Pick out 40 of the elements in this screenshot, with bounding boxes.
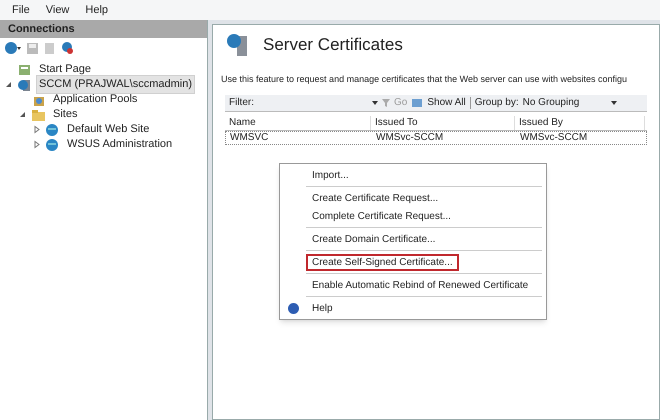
caret-icon[interactable] [372,100,378,104]
menu-item[interactable]: Create Certificate Request... [306,190,444,206]
panel-header: Connections [0,20,207,38]
show-all-button[interactable]: Show All [427,95,466,110]
menu-item[interactable]: Create Domain Certificate... [306,230,442,248]
column-header[interactable]: Name [225,116,371,130]
show-all-icon [411,98,424,108]
tree-item[interactable]: SCCM (PRAJWAL\sccmadmin) [36,75,195,94]
expander-icon[interactable] [32,125,41,134]
page-icon [17,62,32,76]
globe-icon [45,138,60,152]
menu-item[interactable]: View [46,2,70,18]
menu-item[interactable]: Help [306,300,339,316]
menu-item[interactable]: Enable Automatic Rebind of Renewed Certificate [306,276,534,294]
expander-icon[interactable] [18,110,27,119]
page-title: Server Certificates [263,34,403,56]
menu-item[interactable]: Help [85,2,108,18]
expander-icon[interactable] [32,140,41,149]
globe-icon [45,122,60,136]
globe-icon[interactable] [60,41,74,55]
group-by-dropdown[interactable]: No Grouping [522,95,618,110]
filter-label: Filter: [229,96,254,110]
globe-icon[interactable] [4,41,22,55]
column-header[interactable]: Issued By [515,116,645,130]
menu-item[interactable]: Import... [306,166,355,184]
folder-icon [31,108,46,122]
menu-item[interactable]: Complete Certificate Request... [306,208,457,224]
menu-item[interactable]: Create Self-Signed Certificate... [306,254,459,270]
table-cell-text: WMSvc-SCCM [375,131,444,145]
group-by-label: Group by: [474,96,519,110]
funnel-icon [382,98,390,106]
description-text: Use this feature to request and manage certificates that the Web server can use with websites configu [220,73,628,86]
expander-icon[interactable] [4,80,13,89]
menu-item[interactable]: File [12,2,30,18]
column-header[interactable]: Issued To [371,116,515,130]
caret-icon[interactable] [611,100,618,104]
table-cell-text: WMSvc-SCCM [519,131,588,145]
table-cell-text: WMSVC [229,131,270,145]
help-icon [288,302,298,314]
server-icon [17,78,32,92]
